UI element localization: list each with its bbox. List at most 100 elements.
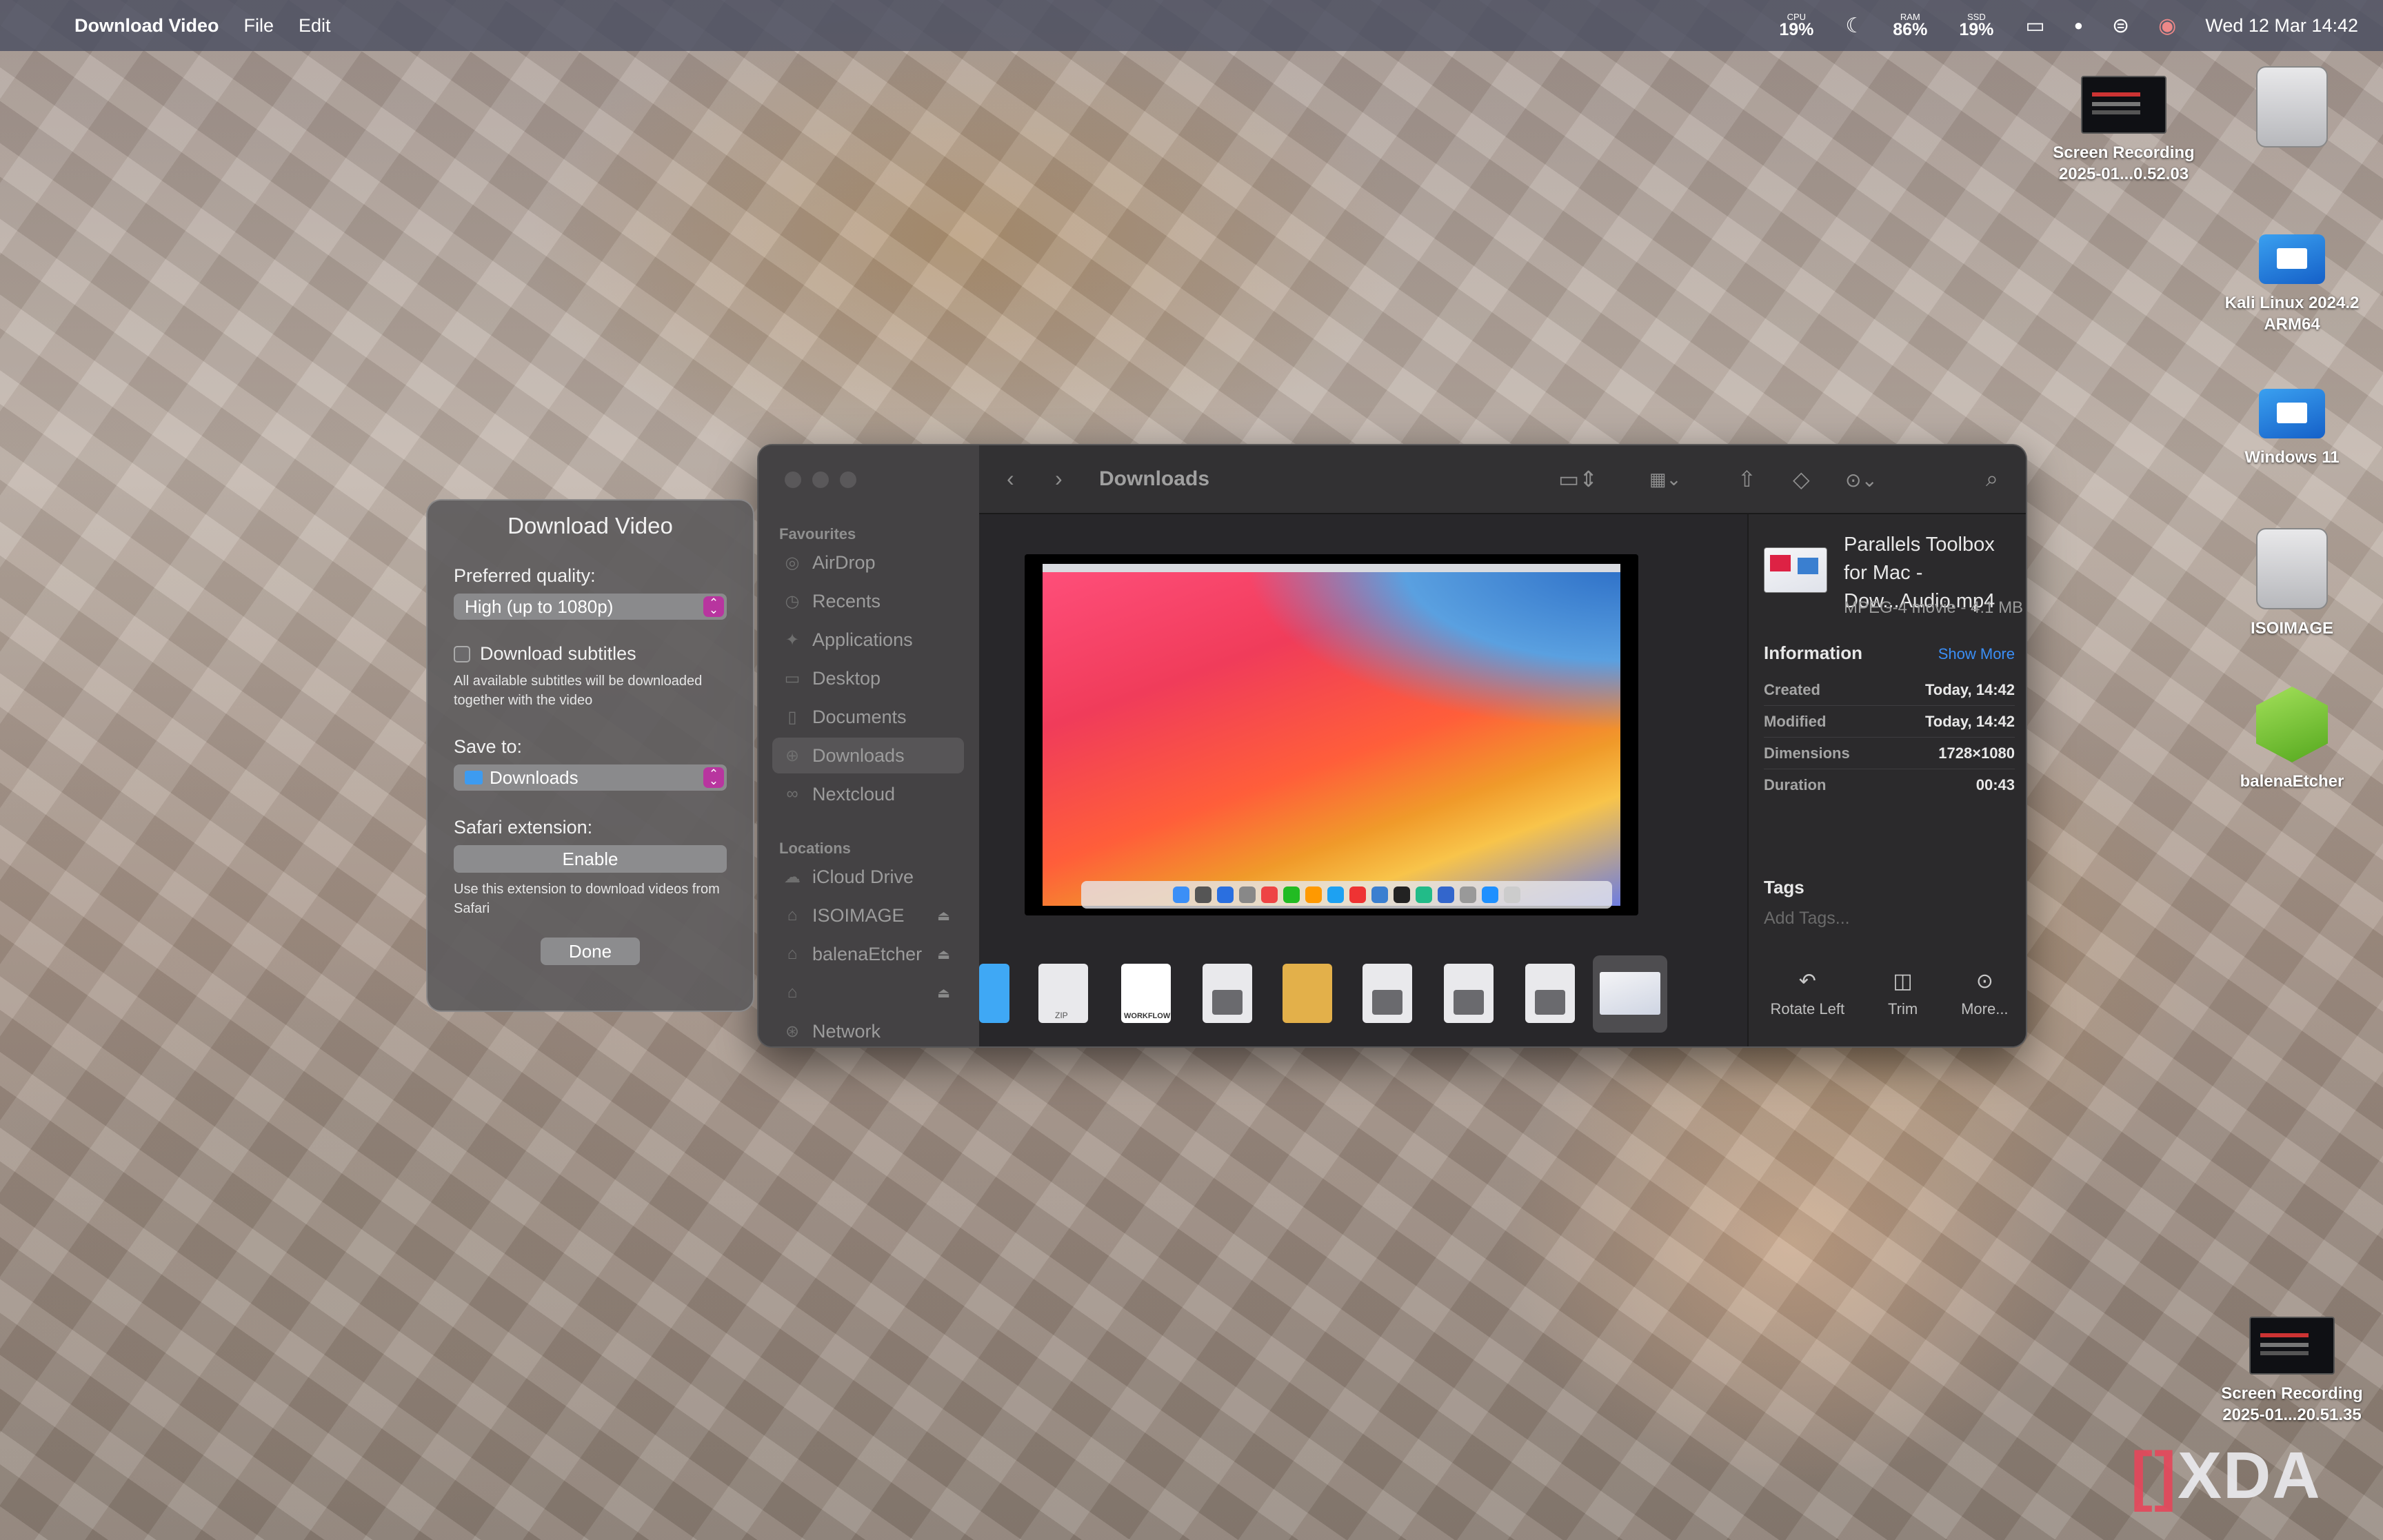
more-button[interactable]: ⊙ More... <box>1961 969 2008 1018</box>
favourites-header: Favourites <box>779 525 856 543</box>
group-icon[interactable]: ▦⌄ <box>1649 469 1681 490</box>
finder-toolbar: ‹ › Downloads ▭⇕ ▦⌄ ⇧ ◇ ⊙⌄ ⌕ <box>979 445 2026 514</box>
safari-hint: Use this extension to download videos fr… <box>454 882 720 916</box>
battery-icon[interactable]: ▭ <box>2025 14 2044 38</box>
document-icon: ▯ <box>787 707 797 727</box>
finder-window: Favourites ◎ AirDrop ◷ Recents ✦ Applicatio… <box>757 444 2027 1048</box>
sidebar-item-balenaetcher[interactable]: ⌂ balenaEtcher ⏏ <box>772 936 964 972</box>
add-tags-field[interactable]: Add Tags... <box>1764 909 1850 929</box>
more-icon: ⊙ <box>1975 970 1993 993</box>
desktop-icon-windows[interactable]: Windows 11 <box>2216 389 2368 468</box>
quality-select[interactable]: High (up to 1080p) ⌃ ⌄ <box>454 594 727 620</box>
share-icon[interactable]: ⇧ <box>1738 466 1756 492</box>
video-thumb-selected[interactable] <box>1593 955 1667 1033</box>
sidebar-item-documents[interactable]: ▯ Documents <box>772 699 964 735</box>
done-button[interactable]: Done <box>541 938 640 965</box>
cloud-icon: ☁ <box>784 867 801 886</box>
desktop-icon-drive[interactable] <box>2216 66 2368 156</box>
subtitles-hint: All available subtitles will be download… <box>454 673 703 708</box>
disk-image-icon[interactable] <box>1363 964 1412 1023</box>
trim-icon: ◫ <box>1893 970 1913 993</box>
desktop-icon-balenaetcher[interactable]: balenaEtcher <box>2216 687 2368 792</box>
disk-image-icon[interactable] <box>1444 964 1494 1023</box>
eject-icon[interactable]: ⏏ <box>937 946 950 963</box>
minimize-button[interactable] <box>812 472 829 488</box>
parallels-vm-icon <box>2259 389 2325 438</box>
back-icon[interactable]: ‹ <box>1007 466 1014 492</box>
preview-image[interactable] <box>1025 554 1638 915</box>
thumbnail-strip: ZIP WORKFLOW <box>979 955 1747 1033</box>
desktop-icon: ▭ <box>784 669 801 688</box>
balenaetcher-icon <box>2256 687 2328 762</box>
menu-app-name[interactable]: Download Video <box>74 15 219 37</box>
eject-icon[interactable]: ⏏ <box>937 907 950 924</box>
info-row: Dimensions 1728×1080 <box>1764 738 2015 769</box>
download-video-panel: Download Video Preferred quality: High (… <box>426 499 754 1012</box>
panel-title: Download Video <box>507 513 673 538</box>
sidebar-item-airdrop[interactable]: ◎ AirDrop <box>772 545 964 580</box>
applications-icon: ✦ <box>785 630 800 649</box>
zip-file-icon[interactable]: ZIP <box>1038 964 1088 1023</box>
sidebar-item-isoimage[interactable]: ⌂ ISOIMAGE ⏏ <box>772 898 964 933</box>
forward-icon[interactable]: › <box>1055 466 1063 492</box>
package-icon[interactable] <box>1283 964 1332 1023</box>
dot-icon[interactable]: ● <box>2074 17 2083 34</box>
cpu-stat[interactable]: CPU 19% <box>1779 12 1813 39</box>
sidebar-item-network[interactable]: ⊛ Network <box>772 1013 964 1046</box>
file-thumbnail <box>1764 547 1827 593</box>
file-kind: MPEG-4 movie - 4.1 MB <box>1844 598 2024 617</box>
zoom-button[interactable] <box>840 472 856 488</box>
menu-bar: Download Video File Edit CPU 19% ☾ RAM 86%… <box>0 0 2383 51</box>
airdrop-icon: ◎ <box>785 553 800 572</box>
chevron-updown-icon: ⌃ ⌄ <box>703 767 724 788</box>
gallery-view: ZIP WORKFLOW <box>979 514 1747 1046</box>
disk-icon <box>2256 66 2328 148</box>
view-mode-icon[interactable]: ▭⇕ <box>1558 466 1598 492</box>
sidebar-item-recents[interactable]: ◷ Recents <box>772 583 964 619</box>
disk-image-icon[interactable] <box>1525 964 1575 1023</box>
enable-button[interactable]: Enable <box>454 845 727 873</box>
rotate-left-button[interactable]: ↶ Rotate Left <box>1770 969 1844 1018</box>
sidebar-item-downloads[interactable]: ⊕ Downloads <box>772 738 964 773</box>
sidebar-item-drive[interactable]: ⌂ ⏏ <box>772 975 964 1011</box>
sidebar-item-desktop[interactable]: ▭ Desktop <box>772 660 964 696</box>
desktop-icon-screen-recording-1[interactable]: Screen Recording 2025-01...0.52.03 <box>2048 76 2200 185</box>
parallels-vm-icon <box>2259 234 2325 284</box>
sidebar-item-icloud[interactable]: ☁ iCloud Drive <box>772 859 964 895</box>
sidebar-item-applications[interactable]: ✦ Applications <box>772 622 964 658</box>
siri-icon[interactable]: ◉ <box>2158 14 2176 38</box>
xda-watermark: []XDA <box>2131 1439 2322 1512</box>
ssd-stat[interactable]: SSD 19% <box>1959 12 1993 39</box>
desktop-icon-kali[interactable]: Kali Linux 2024.2 ARM64 <box>2216 234 2368 335</box>
quality-label: Preferred quality: <box>454 565 596 586</box>
subtitles-checkbox[interactable]: Download subtitles <box>454 643 727 665</box>
show-more-link[interactable]: Show More <box>1938 645 2015 663</box>
sidebar-item-nextcloud[interactable]: ∞ Nextcloud <box>772 776 964 812</box>
folder-icon[interactable] <box>979 964 1009 1023</box>
trim-button[interactable]: ◫ Trim <box>1888 969 1918 1018</box>
eject-icon[interactable]: ⏏ <box>937 984 950 1002</box>
search-icon[interactable]: ⌕ <box>1986 466 1998 492</box>
moon-icon[interactable]: ☾ <box>1845 14 1864 38</box>
close-button[interactable] <box>785 472 801 488</box>
checkbox[interactable] <box>454 645 470 662</box>
nextcloud-icon: ∞ <box>786 784 798 803</box>
preview-dock <box>1081 881 1612 909</box>
locations-header: Locations <box>779 840 851 857</box>
save-to-label: Save to: <box>454 736 523 757</box>
inspector-pane: Parallels Toolbox for Mac - Dow...Audio.… <box>1747 514 2026 1046</box>
menu-clock[interactable]: Wed 12 Mar 14:42 <box>2205 15 2358 37</box>
disk-image-icon[interactable] <box>1203 964 1252 1023</box>
desktop-icon-screen-recording-2[interactable]: Screen Recording 2025-01...20.51.35 <box>2216 1317 2368 1426</box>
desktop-icon-isoimage[interactable]: ISOIMAGE <box>2216 528 2368 639</box>
tag-icon[interactable]: ◇ <box>1793 466 1810 492</box>
action-icon[interactable]: ⊙⌄ <box>1845 469 1878 492</box>
video-file-icon <box>2249 1317 2335 1375</box>
save-to-select[interactable]: Downloads ⌃ ⌄ <box>454 764 727 791</box>
menu-edit[interactable]: Edit <box>299 15 331 37</box>
control-center-icon[interactable]: ⊜ <box>2112 14 2129 38</box>
ram-stat[interactable]: RAM 86% <box>1893 12 1927 39</box>
workflow-file-icon[interactable]: WORKFLOW <box>1121 964 1171 1023</box>
chevron-updown-icon: ⌃ ⌄ <box>703 596 724 617</box>
menu-file[interactable]: File <box>244 15 274 37</box>
